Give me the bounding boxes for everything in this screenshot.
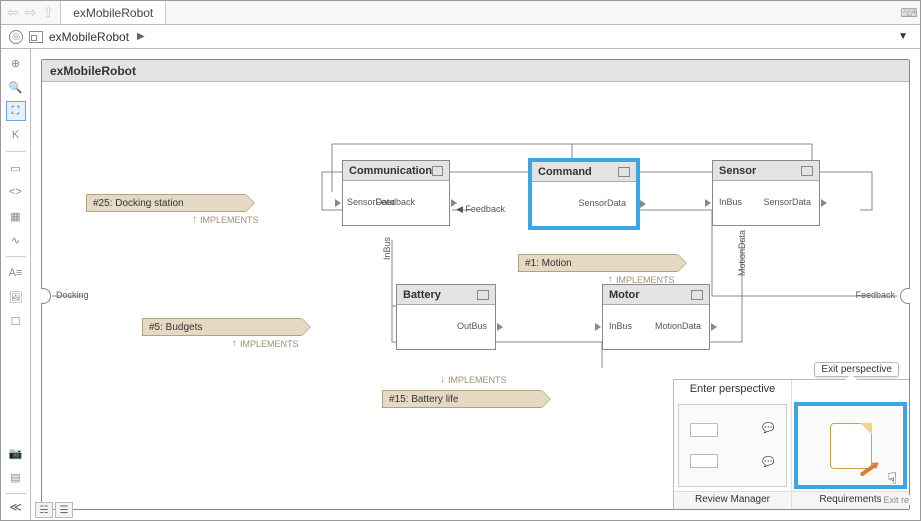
port-out-icon[interactable] xyxy=(497,323,503,333)
nav-arrows: ⇦ ⇨ ⇧ xyxy=(1,1,60,24)
block-motor[interactable]: Motor InBus MotionData xyxy=(602,284,710,350)
wire-label-motiondata: MotionData xyxy=(737,230,747,276)
palette: ⊕ 🔍 ⛶ K ▭ <> ▦ ∿ A≡ 🖼 ☐ 📷 ▤ ≪ xyxy=(1,49,31,520)
req-25-impl: ↑IMPLEMENTS xyxy=(192,214,259,225)
block-icon xyxy=(618,167,630,177)
block-title: Battery xyxy=(403,289,441,301)
palette-code-icon[interactable]: <> xyxy=(6,182,26,202)
port-label: OutBus xyxy=(457,321,487,331)
canvas[interactable]: exMobileRobot Docking Feedback xyxy=(31,49,920,520)
nav-forward-icon[interactable]: ⇨ xyxy=(25,4,37,21)
breadcrumb-dropdown-icon[interactable]: ▼ xyxy=(898,31,912,42)
palette-box-icon[interactable]: ☐ xyxy=(6,311,26,331)
review-manager-thumb-icon: 💬💬 xyxy=(684,417,780,474)
port-out-icon[interactable] xyxy=(640,200,646,210)
exit-tooltip: Exit re xyxy=(881,495,911,505)
chevron-right-icon[interactable]: ▶ xyxy=(137,31,145,42)
breadcrumb-model[interactable]: exMobileRobot xyxy=(49,30,129,44)
tab-title: exMobileRobot xyxy=(73,6,153,20)
outer-port-left[interactable] xyxy=(41,288,51,304)
perspective-exit[interactable]: Requirements ☟ Exit re xyxy=(792,380,909,509)
palette-k-icon[interactable]: K xyxy=(6,125,26,145)
block-icon xyxy=(691,290,703,300)
keyboard-icon[interactable]: ⌨ xyxy=(898,1,920,24)
port-out-icon[interactable] xyxy=(821,199,827,209)
block-communication[interactable]: Communication SensorData Feedback xyxy=(342,160,450,226)
perspective-panel: Exit perspective Enter perspective 💬💬 Re… xyxy=(673,379,909,509)
wire-label-feedback: ◀ Feedback xyxy=(456,204,505,215)
req-5[interactable]: #5: Budgets xyxy=(142,318,312,336)
port-label: MotionData xyxy=(655,321,701,331)
palette-text-icon[interactable]: A≡ xyxy=(6,263,26,283)
block-title: Motor xyxy=(609,289,640,301)
port-label: SensorData xyxy=(578,198,626,208)
footer-tab-doc-icon[interactable]: ☰ xyxy=(55,502,73,518)
port-label: Feedback xyxy=(375,197,415,207)
block-sensor[interactable]: Sensor InBus SensorData xyxy=(712,160,820,226)
model-icon[interactable] xyxy=(29,31,43,43)
footer-tab-tree-icon[interactable]: ☵ xyxy=(35,502,53,518)
body: ⊕ 🔍 ⛶ K ▭ <> ▦ ∿ A≡ 🖼 ☐ 📷 ▤ ≪ exMobileRo… xyxy=(1,49,920,520)
outer-port-right[interactable] xyxy=(900,288,910,304)
block-title: Communication xyxy=(349,165,432,177)
palette-image-icon[interactable]: 🖼 xyxy=(6,287,26,307)
perspective-enter-header: Enter perspective xyxy=(674,380,791,400)
block-title: Sensor xyxy=(719,165,756,177)
perspective-exit-thumb[interactable] xyxy=(796,404,905,487)
outer-port-right-label: Feedback xyxy=(855,290,895,300)
port-label: InBus xyxy=(609,321,632,331)
port-label: InBus xyxy=(719,197,742,207)
toolbar: ⇦ ⇨ ⇧ exMobileRobot ⌨ xyxy=(1,1,920,25)
palette-camera-icon[interactable]: 📷 xyxy=(6,443,26,463)
nav-up-icon[interactable]: ⇧ xyxy=(42,4,54,21)
footer-tabs: ☵ ☰ xyxy=(35,502,73,518)
palette-fit-icon[interactable]: ⛶ xyxy=(6,101,26,121)
req-25[interactable]: #25: Docking station xyxy=(86,194,256,212)
perspective-enter-thumb[interactable]: 💬💬 xyxy=(678,404,787,487)
block-icon xyxy=(477,290,489,300)
req-5-impl: ↑IMPLEMENTS xyxy=(232,338,299,349)
editor-tab[interactable]: exMobileRobot xyxy=(60,1,166,24)
block-icon xyxy=(432,166,443,176)
block-battery[interactable]: Battery OutBus xyxy=(396,284,496,350)
outer-port-left-label: Docking xyxy=(56,290,89,300)
app-root: ⇦ ⇨ ⇧ exMobileRobot ⌨ ◎ exMobileRobot ▶ … xyxy=(0,0,921,521)
port-label: SensorData xyxy=(763,197,811,207)
palette-wave-icon[interactable]: ∿ xyxy=(6,230,26,250)
perspective-enter[interactable]: Enter perspective 💬💬 Review Manager xyxy=(674,380,792,509)
requirements-doc-icon xyxy=(830,423,872,469)
nav-back-icon[interactable]: ⇦ xyxy=(7,4,19,21)
req-15[interactable]: #15: Battery life xyxy=(382,390,552,408)
block-title: Command xyxy=(538,166,592,178)
palette-zoom-in-icon[interactable]: ⊕ xyxy=(6,53,26,73)
wire-label-inbus: InBus xyxy=(382,237,392,260)
breadcrumb: ◎ exMobileRobot ▶ ▼ xyxy=(1,25,920,49)
req-15-impl: ↓IMPLEMENTS xyxy=(440,374,507,385)
palette-layers-icon[interactable]: ▤ xyxy=(6,467,26,487)
palette-rect-icon[interactable]: ▭ xyxy=(6,158,26,178)
target-icon[interactable]: ◎ xyxy=(9,30,23,44)
port-out-icon[interactable] xyxy=(711,323,717,333)
palette-grid-icon[interactable]: ▦ xyxy=(6,206,26,226)
palette-collapse-icon[interactable]: ≪ xyxy=(9,500,22,514)
canvas-frame: exMobileRobot Docking Feedback xyxy=(41,59,910,510)
port-in-icon[interactable] xyxy=(705,199,711,209)
req-1[interactable]: #1: Motion xyxy=(518,254,688,272)
perspective-enter-title: Review Manager xyxy=(674,491,791,509)
req-1-impl: ↑IMPLEMENTS xyxy=(608,274,675,285)
block-command[interactable]: Command SensorData xyxy=(530,160,638,228)
port-in-icon[interactable] xyxy=(335,199,341,209)
palette-zoom-icon[interactable]: 🔍 xyxy=(6,77,26,97)
port-in-icon[interactable] xyxy=(595,323,601,333)
exit-perspective-balloon: Exit perspective xyxy=(814,362,899,377)
canvas-title: exMobileRobot xyxy=(42,60,909,82)
block-icon xyxy=(801,166,813,176)
